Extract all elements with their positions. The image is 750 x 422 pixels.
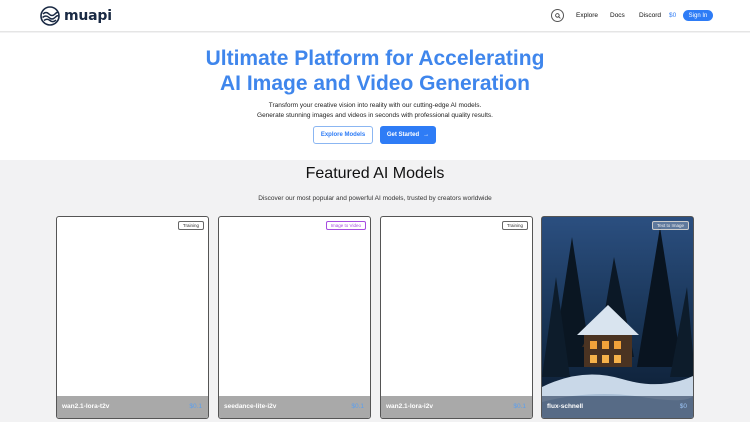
model-card[interactable]: Training wan2.1-lora-i2v $0.1 bbox=[380, 216, 533, 419]
model-price: $0 bbox=[679, 403, 687, 410]
brand-name: muapi bbox=[64, 8, 112, 24]
cabin-preview-image bbox=[542, 217, 693, 418]
model-name: flux-schnell bbox=[547, 403, 584, 410]
category-badge: Training bbox=[177, 221, 204, 230]
category-badge: Text to Image bbox=[651, 221, 689, 230]
hero-subtitle-line2: Generate stunning images and videos in s… bbox=[257, 112, 493, 119]
model-name: wan2.1-lora-i2v bbox=[386, 403, 433, 410]
featured-title: Featured AI Models bbox=[305, 165, 445, 182]
hero-section: Ultimate Platform for Accelerating AI Im… bbox=[0, 33, 750, 160]
arrow-right-icon: → bbox=[423, 132, 430, 138]
model-price: $0.1 bbox=[189, 403, 202, 410]
hero-subtitle-line1: Transform your creative vision into real… bbox=[268, 102, 482, 109]
search-icon bbox=[554, 12, 561, 19]
balance-link[interactable]: $0 bbox=[669, 12, 676, 19]
hero-title-line1: Ultimate Platform for Accelerating bbox=[205, 47, 545, 70]
model-card[interactable]: Training wan2.1-lora-t2v $0.1 bbox=[56, 216, 209, 419]
nav-discord-link[interactable]: Discord bbox=[639, 12, 661, 19]
model-card[interactable]: Text to Image flux-schnell $0 bbox=[541, 216, 694, 419]
model-price: $0.1 bbox=[513, 403, 526, 410]
nav-explore-link[interactable]: Explore bbox=[576, 12, 598, 19]
top-nav: muapi Explore Docs Discord $0 Sign In bbox=[0, 0, 750, 32]
model-name: seedance-lite-i2v bbox=[224, 403, 277, 410]
wave-logo-icon bbox=[40, 6, 60, 26]
explore-models-button[interactable]: Explore Models bbox=[313, 126, 373, 144]
hero-title-line2: AI Image and Video Generation bbox=[219, 72, 531, 95]
sign-in-button[interactable]: Sign In bbox=[683, 10, 713, 21]
featured-subtitle: Discover our most popular and powerful A… bbox=[258, 195, 492, 202]
search-button[interactable] bbox=[551, 9, 564, 22]
brand-logo[interactable]: muapi bbox=[40, 6, 112, 26]
model-name: wan2.1-lora-t2v bbox=[62, 403, 110, 410]
get-started-label: Get Started bbox=[386, 132, 420, 138]
model-card[interactable]: Image to Video seedance-lite-i2v $0.1 bbox=[218, 216, 371, 419]
get-started-button[interactable]: Get Started → bbox=[380, 126, 436, 144]
category-badge: Image to Video bbox=[325, 221, 366, 230]
nav-docs-link[interactable]: Docs bbox=[610, 12, 625, 19]
category-badge: Training bbox=[501, 221, 528, 230]
model-price: $0.1 bbox=[351, 403, 364, 410]
